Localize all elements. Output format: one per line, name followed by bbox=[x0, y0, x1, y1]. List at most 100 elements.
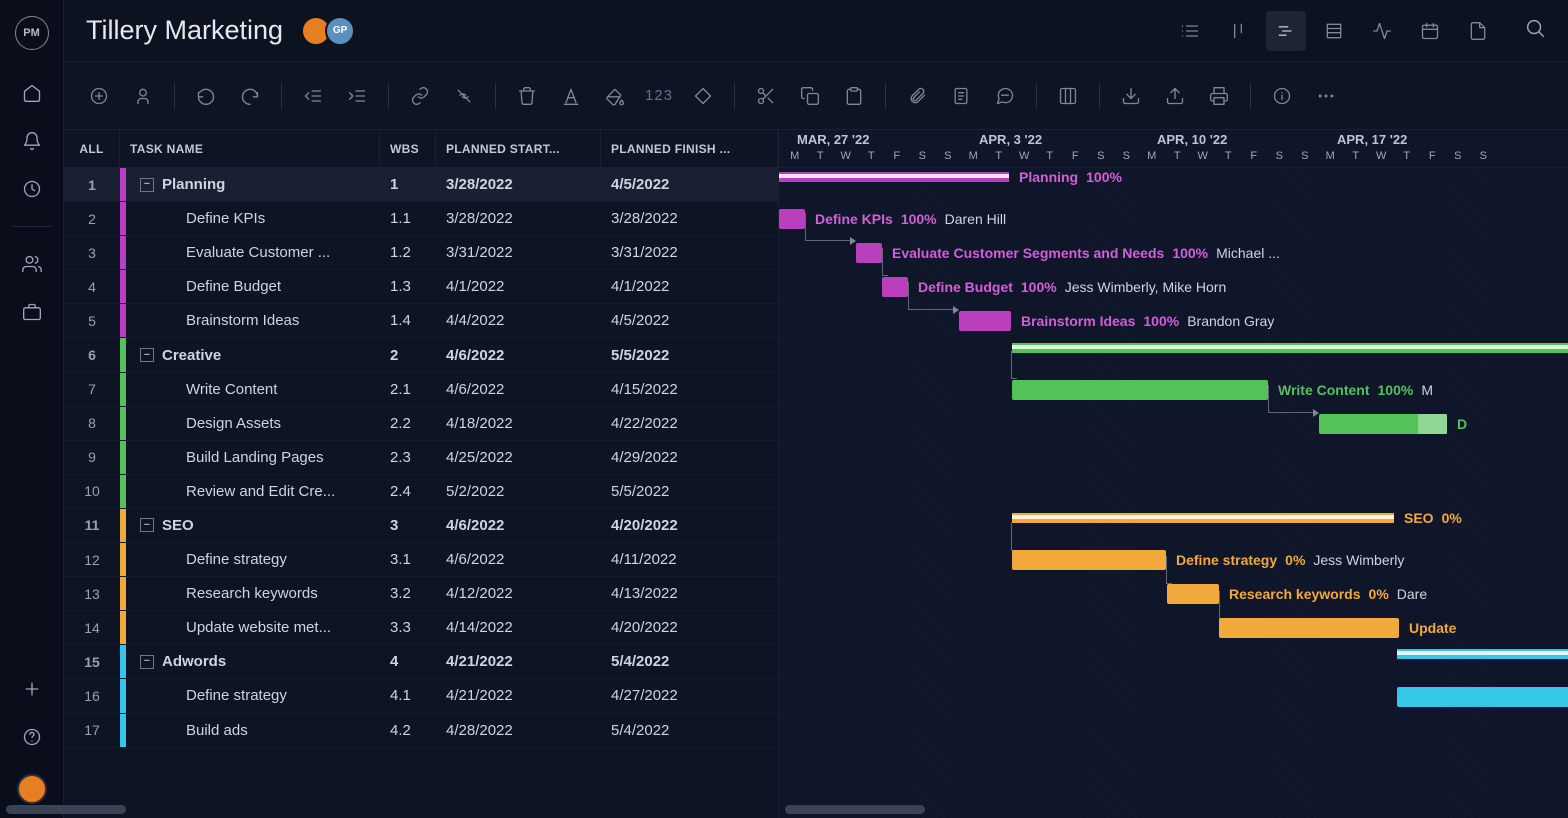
help-icon[interactable] bbox=[21, 726, 43, 748]
task-row[interactable]: 14 Update website met... 3.3 4/14/2022 4… bbox=[64, 611, 778, 645]
outdent-icon[interactable] bbox=[300, 83, 326, 109]
gantt-bar[interactable]: Evaluate Customer Segments and Needs100%… bbox=[856, 243, 882, 263]
attach-icon[interactable] bbox=[904, 83, 930, 109]
gantt-bar[interactable] bbox=[1397, 687, 1568, 707]
collapse-icon[interactable]: − bbox=[140, 518, 154, 532]
print-icon[interactable] bbox=[1206, 83, 1232, 109]
collapse-icon[interactable]: − bbox=[140, 348, 154, 362]
font-icon[interactable] bbox=[558, 83, 584, 109]
task-row[interactable]: 17 Build ads 4.2 4/28/2022 5/4/2022 bbox=[64, 714, 778, 748]
more-icon[interactable] bbox=[1313, 83, 1339, 109]
gantt-bar[interactable]: Define Budget100%Jess Wimberly, Mike Hor… bbox=[882, 277, 908, 297]
task-row[interactable]: 6 −Creative 2 4/6/2022 5/5/2022 bbox=[64, 338, 778, 372]
app-logo[interactable]: PM bbox=[15, 16, 49, 50]
task-row[interactable]: 9 Build Landing Pages 2.3 4/25/2022 4/29… bbox=[64, 441, 778, 475]
gantt-bar[interactable]: Brainstorm Ideas100%Brandon Gray bbox=[959, 311, 1011, 331]
bar-label: Define Budget100%Jess Wimberly, Mike Hor… bbox=[918, 279, 1226, 295]
task-name: Brainstorm Ideas bbox=[186, 312, 299, 329]
fill-icon[interactable] bbox=[602, 83, 628, 109]
import-icon[interactable] bbox=[1118, 83, 1144, 109]
task-name: Define KPIs bbox=[186, 210, 265, 227]
notes-icon[interactable] bbox=[948, 83, 974, 109]
week-label: APR, 10 '22 bbox=[1157, 132, 1227, 147]
cut-icon[interactable] bbox=[753, 83, 779, 109]
unlink-icon[interactable] bbox=[451, 83, 477, 109]
col-planned-finish[interactable]: PLANNED FINISH ... bbox=[601, 130, 778, 167]
gantt-bar[interactable] bbox=[1012, 343, 1568, 353]
toolbar-number[interactable]: 123 bbox=[646, 83, 672, 109]
bar-label: Evaluate Customer Segments and Needs100%… bbox=[892, 245, 1280, 261]
clock-icon[interactable] bbox=[21, 178, 43, 200]
home-icon[interactable] bbox=[21, 82, 43, 104]
view-board-icon[interactable] bbox=[1218, 11, 1258, 51]
gantt-scrollbar[interactable] bbox=[785, 805, 1562, 814]
bell-icon[interactable] bbox=[21, 130, 43, 152]
task-row[interactable]: 10 Review and Edit Cre... 2.4 5/2/2022 5… bbox=[64, 475, 778, 509]
view-calendar-icon[interactable] bbox=[1410, 11, 1450, 51]
paste-icon[interactable] bbox=[841, 83, 867, 109]
task-name: Research keywords bbox=[186, 585, 318, 602]
undo-icon[interactable] bbox=[193, 83, 219, 109]
gantt-bar[interactable] bbox=[1397, 649, 1568, 659]
member-avatars[interactable]: GP bbox=[307, 16, 355, 46]
view-sheet-icon[interactable] bbox=[1314, 11, 1354, 51]
view-gantt-icon[interactable] bbox=[1266, 11, 1306, 51]
gantt-bar[interactable]: Write Content100%M bbox=[1012, 380, 1268, 400]
export-icon[interactable] bbox=[1162, 83, 1188, 109]
view-file-icon[interactable] bbox=[1458, 11, 1498, 51]
add-task-icon[interactable] bbox=[86, 83, 112, 109]
gantt-bar[interactable]: Define KPIs100%Daren Hill bbox=[779, 209, 805, 229]
left-nav-rail: PM bbox=[0, 0, 64, 818]
task-row[interactable]: 2 Define KPIs 1.1 3/28/2022 3/28/2022 bbox=[64, 202, 778, 236]
col-wbs[interactable]: WBS bbox=[380, 130, 436, 167]
col-planned-start[interactable]: PLANNED START... bbox=[436, 130, 601, 167]
task-row[interactable]: 4 Define Budget 1.3 4/1/2022 4/1/2022 bbox=[64, 270, 778, 304]
gantt-bar[interactable]: Define strategy0%Jess Wimberly bbox=[1012, 550, 1166, 570]
task-row[interactable]: 16 Define strategy 4.1 4/21/2022 4/27/20… bbox=[64, 679, 778, 713]
collapse-icon[interactable]: − bbox=[140, 178, 154, 192]
task-name: Planning bbox=[162, 176, 225, 193]
milestone-icon[interactable] bbox=[690, 83, 716, 109]
task-grid: ALL TASK NAME WBS PLANNED START... PLANN… bbox=[64, 130, 779, 818]
team-icon[interactable] bbox=[21, 253, 43, 275]
assign-icon[interactable] bbox=[130, 83, 156, 109]
indent-icon[interactable] bbox=[344, 83, 370, 109]
link-icon[interactable] bbox=[407, 83, 433, 109]
plus-icon[interactable] bbox=[21, 678, 43, 700]
gantt-bar[interactable]: SEO0% bbox=[1012, 513, 1394, 523]
bar-label: SEO0% bbox=[1404, 510, 1462, 526]
task-row[interactable]: 1 −Planning 1 3/28/2022 4/5/2022 bbox=[64, 168, 778, 202]
view-activity-icon[interactable] bbox=[1362, 11, 1402, 51]
gantt-bar[interactable]: Research keywords0%Dare bbox=[1167, 584, 1219, 604]
gantt-bar[interactable]: Update bbox=[1219, 618, 1399, 638]
project-title: Tillery Marketing bbox=[86, 15, 283, 46]
grid-header: ALL TASK NAME WBS PLANNED START... PLANN… bbox=[64, 130, 778, 168]
briefcase-icon[interactable] bbox=[21, 301, 43, 323]
task-row[interactable]: 5 Brainstorm Ideas 1.4 4/4/2022 4/5/2022 bbox=[64, 304, 778, 338]
task-name: Write Content bbox=[186, 381, 277, 398]
task-row[interactable]: 3 Evaluate Customer ... 1.2 3/31/2022 3/… bbox=[64, 236, 778, 270]
view-list-icon[interactable] bbox=[1170, 11, 1210, 51]
col-all[interactable]: ALL bbox=[64, 130, 120, 167]
gantt-bar[interactable]: D bbox=[1319, 414, 1447, 434]
task-row[interactable]: 12 Define strategy 3.1 4/6/2022 4/11/202… bbox=[64, 543, 778, 577]
task-row[interactable]: 13 Research keywords 3.2 4/12/2022 4/13/… bbox=[64, 577, 778, 611]
task-row[interactable]: 15 −Adwords 4 4/21/2022 5/4/2022 bbox=[64, 645, 778, 679]
copy-icon[interactable] bbox=[797, 83, 823, 109]
col-name[interactable]: TASK NAME bbox=[120, 130, 380, 167]
delete-icon[interactable] bbox=[514, 83, 540, 109]
task-row[interactable]: 11 −SEO 3 4/6/2022 4/20/2022 bbox=[64, 509, 778, 543]
user-avatar[interactable] bbox=[17, 774, 47, 804]
info-icon[interactable] bbox=[1269, 83, 1295, 109]
task-row[interactable]: 8 Design Assets 2.2 4/18/2022 4/22/2022 bbox=[64, 407, 778, 441]
columns-icon[interactable] bbox=[1055, 83, 1081, 109]
gantt-chart[interactable]: MAR, 27 '22APR, 3 '22APR, 10 '22APR, 17 … bbox=[779, 130, 1568, 818]
bar-label: Brainstorm Ideas100%Brandon Gray bbox=[1021, 313, 1274, 329]
task-row[interactable]: 7 Write Content 2.1 4/6/2022 4/15/2022 bbox=[64, 373, 778, 407]
comment-icon[interactable] bbox=[992, 83, 1018, 109]
search-icon[interactable] bbox=[1524, 17, 1546, 44]
redo-icon[interactable] bbox=[237, 83, 263, 109]
collapse-icon[interactable]: − bbox=[140, 655, 154, 669]
gantt-bar[interactable]: Planning100% bbox=[779, 172, 1009, 182]
task-name: Build Landing Pages bbox=[186, 449, 324, 466]
